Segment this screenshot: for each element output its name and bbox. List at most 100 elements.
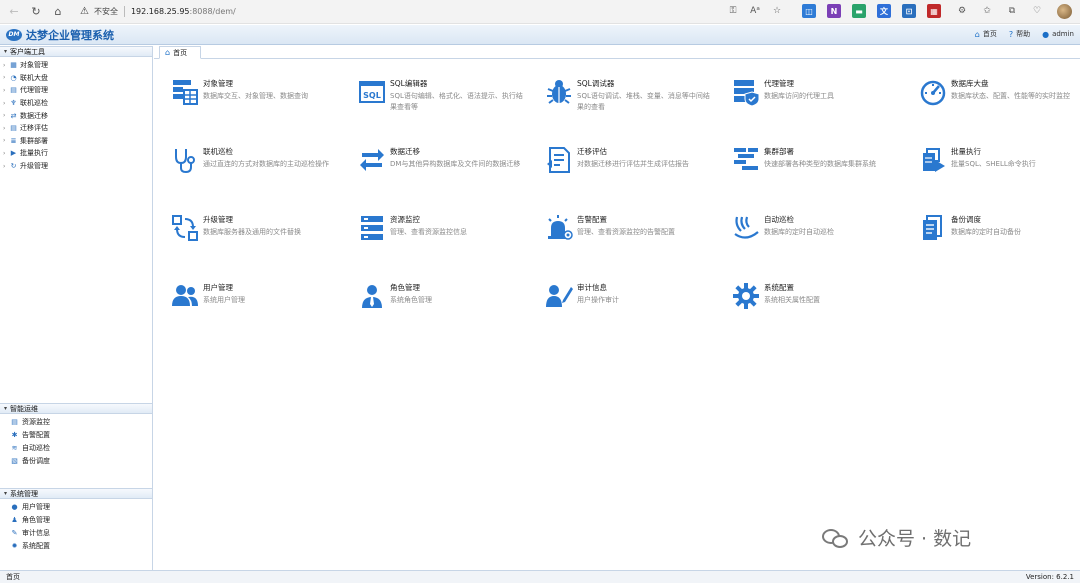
extensions-bar: ◫ N ▬ 文 ⊡ ▦ (802, 4, 941, 18)
address-bar[interactable]: ⚠ 不安全 192.168.25.95 :8088/dem/ (80, 3, 236, 21)
sidebar-panel: ▾ 智能运维 ▤ 资源监控 ✱ 告警配置 ≋ 自动巡检 ▧ 备份调度 (0, 403, 152, 467)
crop-ext-icon[interactable]: ⊡ (902, 4, 916, 18)
sidebar-item-icon: ▶ (10, 149, 17, 158)
sidebar-item[interactable]: ♟ 角色管理 (0, 514, 152, 527)
feature-card-stethoscope[interactable]: 联机巡检 通过直连的方式对数据库的主动巡检操作 (169, 144, 354, 194)
extensions-icon[interactable]: ⚙ (955, 4, 969, 18)
sidebar-item-label: 自动巡检 (22, 443, 50, 452)
main-content: ⌂ 首页 对象管理 数据库交互、对象管理、数据查询 SQL SQL编辑器 SQL语句编辑… (154, 46, 1080, 570)
profile-avatar[interactable] (1057, 4, 1072, 19)
feature-card-description: 批量SQL、SHELL命令执行 (951, 160, 1036, 168)
feature-card-settings[interactable]: 系统配置 系统相关属性配置 (730, 280, 915, 330)
status-bar: 首页 Version: 6.2.1 (0, 570, 1080, 583)
sidebar-item-label: 代理管理 (20, 86, 48, 95)
sidebar-item[interactable]: › ▶ 批量执行 (0, 147, 152, 160)
reader-ext-icon[interactable]: ▬ (852, 4, 866, 18)
sidebar-item-label: 数据迁移 (20, 111, 48, 120)
feature-card-cluster[interactable]: 集群部署 快速部署各种类型的数据库集群系统 (730, 144, 915, 194)
favorite-star-icon[interactable]: ☆ (770, 4, 784, 18)
sidebar-item-label: 资源监控 (22, 418, 50, 427)
resource-icon (356, 212, 388, 244)
feature-card-server-shield[interactable]: 代理管理 数据库访问的代理工具 (730, 76, 915, 126)
reload-icon[interactable]: ↻ (28, 4, 44, 20)
sidebar-item[interactable]: ▤ 资源监控 (0, 416, 152, 429)
home-icon[interactable]: ⌂ (50, 4, 66, 20)
feature-card-title: 资源监控 (390, 215, 420, 224)
feature-card-upgrade[interactable]: 升级管理 数据库服务器及通用的文件替换 (169, 212, 354, 262)
onenote-ext-icon[interactable]: N (827, 4, 841, 18)
back-icon[interactable]: ← (6, 4, 22, 20)
sidebar-item[interactable]: ✎ 审计信息 (0, 527, 152, 540)
stethoscope-icon (169, 144, 201, 176)
watermark: 公众号 · 数记 (822, 524, 971, 551)
sidebar-item[interactable]: › ≣ 集群部署 (0, 135, 152, 148)
sidebar-panel-header[interactable]: ▾ 系统管理 (0, 488, 152, 499)
sidebar-list: ▤ 资源监控 ✱ 告警配置 ≋ 自动巡检 ▧ 备份调度 (0, 414, 152, 467)
feature-card-title: 批量执行 (951, 147, 981, 156)
feature-card-description: 管理、查看资源监控信息 (390, 228, 467, 236)
feature-card-description: 数据库交互、对象管理、数据查询 (203, 92, 308, 100)
header-link-user[interactable]: ● admin (1042, 30, 1074, 39)
browser-toolbar: ← ↻ ⌂ ⚠ 不安全 192.168.25.95 :8088/dem/ ⚿ A… (0, 0, 1080, 24)
collections-icon[interactable]: ⧉ (1005, 4, 1019, 18)
app-header: DM 达梦企业管理系统 ⌂ 首页? 帮助 ● admin (0, 25, 1080, 45)
sidebar-item[interactable]: › ⇄ 数据迁移 (0, 109, 152, 122)
key-icon[interactable]: ⚿ (726, 4, 740, 18)
feature-card-gauge[interactable]: 数据库大盘 数据库状态、配置、性能等的实时监控 (917, 76, 1080, 126)
feature-card-exchange[interactable]: 数据迁移 DM与其他异构数据库及文件间的数据迁移 (356, 144, 541, 194)
feature-card-object-table[interactable]: 对象管理 数据库交互、对象管理、数据查询 (169, 76, 354, 126)
sidebar-item[interactable]: › ◔ 联机大盘 (0, 72, 152, 85)
read-aloud-icon[interactable]: Aᵃ (748, 4, 762, 18)
feature-card-resource[interactable]: 资源监控管理、查看资源监控信息 (356, 212, 541, 262)
sidebar-item[interactable]: ✹ 系统配置 (0, 539, 152, 552)
url-host: 192.168.25.95 (130, 7, 190, 16)
sidebar-item-label: 集群部署 (20, 136, 48, 145)
feature-card-description: SQL语句调试、堆栈、变量、消息等中间结果的查看 (577, 92, 710, 111)
sidebar-panel-header[interactable]: ▾ 智能运维 (0, 403, 152, 414)
tab-home[interactable]: ⌂ 首页 (159, 46, 201, 59)
translate-ext-icon[interactable]: 文 (877, 4, 891, 18)
favorites-icon[interactable]: ✩ (980, 4, 994, 18)
header-link-help[interactable]: ? 帮助 (1009, 29, 1030, 39)
sidebar-item[interactable]: › ▦ 对象管理 (0, 59, 152, 72)
exchange-icon (356, 144, 388, 176)
feature-card-bug[interactable]: SQL调试器 SQL语句调试、堆栈、变量、消息等中间结果的查看 (543, 76, 728, 126)
address-tools: ⚿ Aᵃ ☆ (726, 4, 784, 18)
feature-card-auto-inspect[interactable]: 自动巡检 数据库的定时自动巡检 (730, 212, 915, 262)
sidebar-item-icon: ≣ (10, 136, 17, 145)
audit-icon (543, 280, 575, 312)
sidebar-item[interactable]: ≋ 自动巡检 (0, 442, 152, 455)
feature-card-description: 对数据迁移进行评估并生成评估报告 (577, 160, 689, 168)
feature-card-title: 角色管理 (390, 283, 420, 292)
sidebar-item[interactable]: ▧ 备份调度 (0, 454, 152, 467)
sql-icon: SQL (356, 76, 388, 108)
feature-card-sql[interactable]: SQL SQL编辑器 SQL语句编辑、格式化、语法提示、执行结果查看等 (356, 76, 541, 126)
sidebar-item[interactable]: › ♆ 联机巡检 (0, 97, 152, 110)
sidebar-item-label: 备份调度 (22, 456, 50, 465)
sidebar-item[interactable]: ✱ 告警配置 (0, 429, 152, 442)
header-link-home[interactable]: ⌂ 首页 (975, 29, 997, 39)
screenshot-ext-icon[interactable]: ◫ (802, 4, 816, 18)
pdf-ext-icon[interactable]: ▦ (927, 4, 941, 18)
sidebar-item[interactable]: › ↻ 升级管理 (0, 160, 152, 173)
browser-essentials-icon[interactable]: ♡ (1030, 4, 1044, 18)
sidebar-panel-header[interactable]: ▾ 客户端工具 (0, 46, 152, 57)
header-link-label: admin (1052, 30, 1074, 38)
feature-card-batch[interactable]: 批量执行批量SQL、SHELL命令执行 (917, 144, 1080, 194)
sidebar-item[interactable]: ● 用户管理 (0, 501, 152, 514)
feature-card-alarm[interactable]: 告警配置管理、查看资源监控的告警配置 (543, 212, 728, 262)
feature-card-users[interactable]: 用户管理 系统用户管理 (169, 280, 354, 330)
sidebar-item[interactable]: › ▤ 迁移评估 (0, 122, 152, 135)
feature-card-role[interactable]: 角色管理 系统角色管理 (356, 280, 541, 330)
feature-card-title: 告警配置 (577, 215, 607, 224)
feature-card-backup[interactable]: 备份调度 数据库的定时自动备份 (917, 212, 1080, 262)
collapse-caret-icon: ▾ (4, 405, 8, 412)
upgrade-icon (169, 212, 201, 244)
bug-icon (543, 76, 575, 108)
feature-card-body: 自动巡检 数据库的定时自动巡检 (764, 212, 898, 262)
version-label: Version: 6.2.1 (1025, 573, 1074, 581)
feature-card-audit[interactable]: 审计信息 用户操作审计 (543, 280, 728, 330)
feature-card-description: 管理、查看资源监控的告警配置 (577, 228, 675, 236)
sidebar-item[interactable]: › ▤ 代理管理 (0, 84, 152, 97)
feature-card-report[interactable]: 迁移评估 对数据迁移进行评估并生成评估报告 (543, 144, 728, 194)
